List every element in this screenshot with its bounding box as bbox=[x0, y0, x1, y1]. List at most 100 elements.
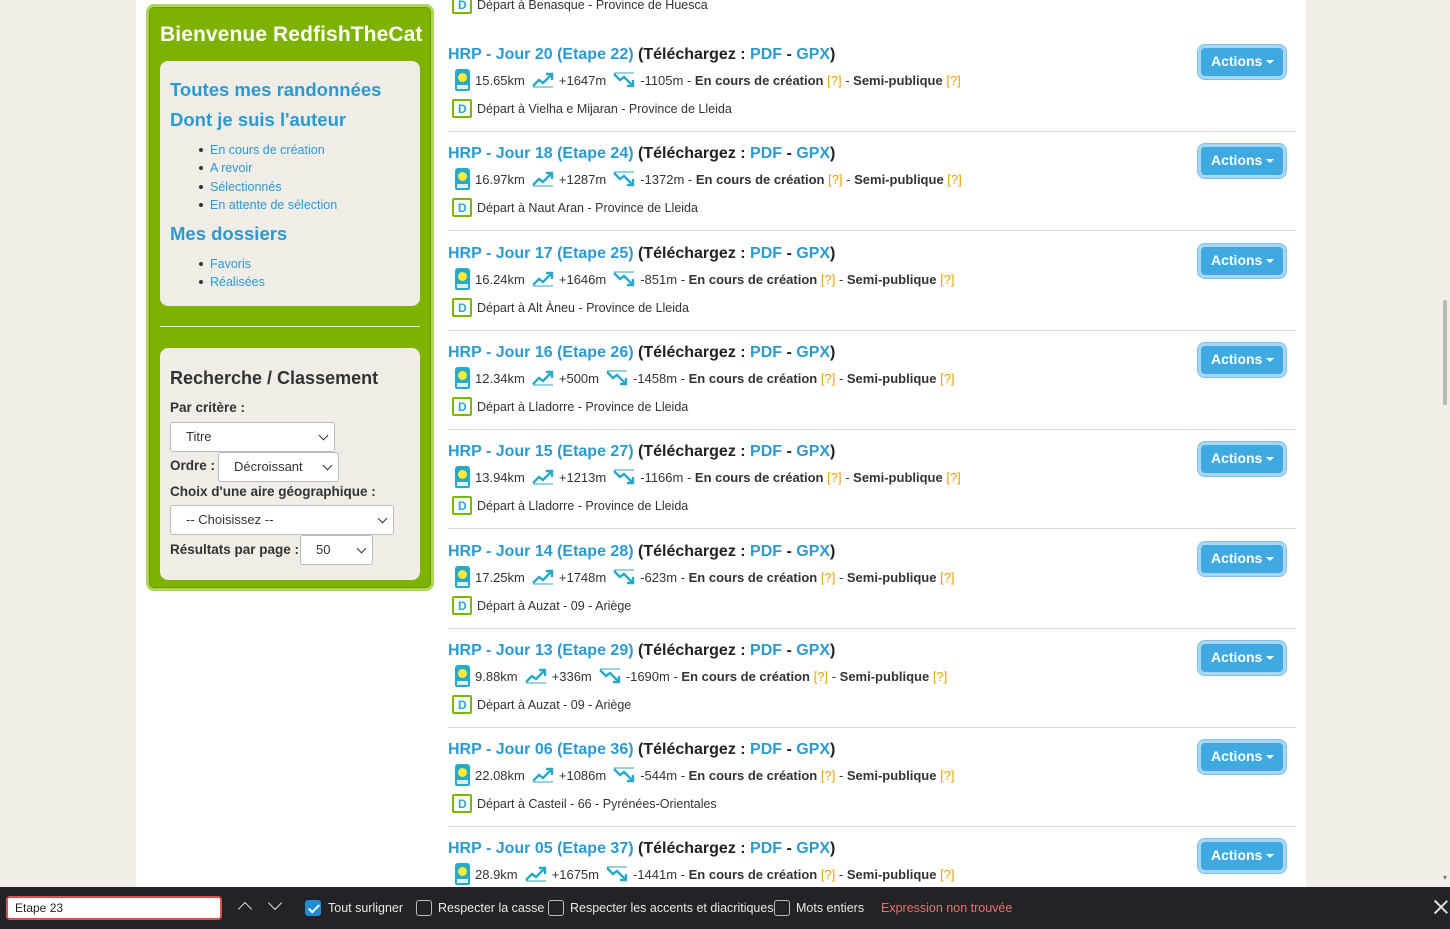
pdf-download-link[interactable]: PDF bbox=[750, 344, 782, 361]
hike-title-link[interactable]: HRP - Jour 15 (Etape 27) bbox=[448, 443, 634, 460]
visibility-help-link[interactable]: [?] bbox=[940, 867, 954, 882]
pdf-download-link[interactable]: PDF bbox=[750, 443, 782, 460]
hike-title-link[interactable]: HRP - Jour 06 (Etape 36) bbox=[448, 741, 634, 758]
actions-button[interactable]: Actions bbox=[1198, 244, 1286, 278]
visibility-help-link[interactable]: [?] bbox=[933, 669, 947, 684]
nav-item-favorites[interactable]: Favoris bbox=[199, 257, 251, 271]
status-help-link[interactable]: [?] bbox=[827, 470, 841, 485]
depart-icon: D bbox=[452, 397, 472, 416]
gpx-download-link[interactable]: GPX bbox=[796, 543, 830, 560]
nav-item-pending-selection[interactable]: En attente de sélection bbox=[199, 198, 337, 212]
actions-button[interactable]: Actions bbox=[1198, 442, 1286, 476]
pdf-download-link[interactable]: PDF bbox=[750, 145, 782, 162]
status-help-link[interactable]: [?] bbox=[814, 669, 828, 684]
distance-marker-icon bbox=[455, 764, 470, 786]
visibility-help-link[interactable]: [?] bbox=[947, 172, 961, 187]
scroll-down-arrow-icon[interactable]: ▾ bbox=[1443, 873, 1447, 882]
nav-item-done[interactable]: Réalisées bbox=[199, 275, 265, 289]
all-hikes-link[interactable]: Toutes mes randonnées bbox=[170, 79, 381, 101]
actions-button[interactable]: Actions bbox=[1198, 641, 1286, 675]
depart-text: Départ à Lladorre - Province de Lleida bbox=[477, 399, 689, 414]
match-diacritics-checkbox[interactable] bbox=[548, 900, 564, 916]
status-help-link[interactable]: [?] bbox=[821, 272, 835, 287]
hike-title-link[interactable]: HRP - Jour 20 (Etape 22) bbox=[448, 46, 634, 63]
hike-title-link[interactable]: HRP - Jour 16 (Etape 26) bbox=[448, 344, 634, 361]
status-help-link[interactable]: [?] bbox=[828, 172, 842, 187]
area-select[interactable]: -- Choisissez -- bbox=[170, 505, 394, 535]
distance-marker-icon bbox=[455, 863, 470, 885]
actions-button[interactable]: Actions bbox=[1198, 343, 1286, 377]
highlight-all-checkbox[interactable] bbox=[305, 900, 321, 916]
whole-words-label[interactable]: Mots entiers bbox=[796, 901, 864, 915]
match-case-checkbox[interactable] bbox=[416, 900, 432, 916]
hike-title-link[interactable]: HRP - Jour 18 (Etape 24) bbox=[448, 145, 634, 162]
pdf-download-link[interactable]: PDF bbox=[750, 245, 782, 262]
depart-icon: D bbox=[452, 198, 472, 217]
close-icon[interactable] bbox=[1432, 898, 1450, 916]
hike-title-link[interactable]: HRP - Jour 13 (Etape 29) bbox=[448, 642, 634, 659]
hike-title-line: HRP - Jour 05 (Etape 37) (Téléchargez : … bbox=[448, 840, 836, 857]
scrollbar[interactable] bbox=[1440, 0, 1450, 887]
status-help-link[interactable]: [?] bbox=[827, 73, 841, 88]
status-help-link[interactable]: [?] bbox=[821, 867, 835, 882]
actions-button[interactable]: Actions bbox=[1198, 144, 1286, 178]
elevation-loss-value: -1690m bbox=[625, 668, 670, 684]
hike-title-link[interactable]: HRP - Jour 17 (Etape 25) bbox=[448, 245, 634, 262]
pdf-download-link[interactable]: PDF bbox=[750, 642, 782, 659]
highlight-all-label[interactable]: Tout surligner bbox=[328, 901, 403, 915]
status-help-link[interactable]: [?] bbox=[821, 570, 835, 585]
pdf-download-link[interactable]: PDF bbox=[750, 840, 782, 857]
pdf-download-link[interactable]: PDF bbox=[750, 741, 782, 758]
visibility-help-link[interactable]: [?] bbox=[946, 470, 960, 485]
elevation-loss-icon bbox=[613, 569, 635, 585]
pdf-download-link[interactable]: PDF bbox=[750, 46, 782, 63]
scrollbar-thumb[interactable] bbox=[1443, 300, 1447, 405]
status-help-link[interactable]: [?] bbox=[821, 371, 835, 386]
status-help-link[interactable]: [?] bbox=[821, 768, 835, 783]
actions-button[interactable]: Actions bbox=[1198, 839, 1286, 873]
folders-heading-link[interactable]: Mes dossiers bbox=[170, 223, 287, 245]
visibility-help-link[interactable]: [?] bbox=[946, 73, 960, 88]
actions-button[interactable]: Actions bbox=[1198, 45, 1286, 79]
visibility-help-link[interactable]: [?] bbox=[940, 272, 954, 287]
hike-title-link[interactable]: HRP - Jour 05 (Etape 37) bbox=[448, 840, 634, 857]
depart-line: D Départ à Naut Aran - Province de Lleida bbox=[452, 198, 698, 217]
hike-title-line: HRP - Jour 13 (Etape 29) (Téléchargez : … bbox=[448, 642, 836, 659]
order-select[interactable]: Décroissant bbox=[218, 452, 339, 482]
distance-marker-icon bbox=[455, 268, 470, 290]
caret-down-icon bbox=[1266, 854, 1275, 859]
gpx-download-link[interactable]: GPX bbox=[796, 245, 830, 262]
nav-item-in-creation[interactable]: En cours de création bbox=[199, 143, 325, 157]
elevation-gain-value: +336m bbox=[551, 668, 592, 684]
pdf-download-link[interactable]: PDF bbox=[750, 543, 782, 560]
whole-words-checkbox[interactable] bbox=[774, 900, 790, 916]
hike-title-link[interactable]: HRP - Jour 14 (Etape 28) bbox=[448, 543, 634, 560]
gpx-download-link[interactable]: GPX bbox=[796, 46, 830, 63]
hike-stats: 12.34km +500m -1458m - En cours de créatio… bbox=[448, 367, 955, 389]
find-previous-button[interactable] bbox=[237, 901, 253, 917]
nav-item-selected[interactable]: Sélectionnés bbox=[199, 180, 282, 194]
caret-down-icon bbox=[1266, 656, 1275, 661]
criteria-select[interactable]: Titre bbox=[170, 422, 335, 452]
match-diacritics-label[interactable]: Respecter les accents et diacritiques bbox=[570, 901, 774, 915]
gpx-download-link[interactable]: GPX bbox=[796, 145, 830, 162]
visibility-help-link[interactable]: [?] bbox=[940, 570, 954, 585]
gpx-download-link[interactable]: GPX bbox=[796, 344, 830, 361]
gpx-download-link[interactable]: GPX bbox=[796, 840, 830, 857]
visibility-help-link[interactable]: [?] bbox=[940, 768, 954, 783]
hike-title-line: HRP - Jour 18 (Etape 24) (Téléchargez : … bbox=[448, 145, 836, 162]
gpx-download-link[interactable]: GPX bbox=[796, 741, 830, 758]
caret-down-icon bbox=[1266, 259, 1275, 264]
hike-stats: 22.08km +1086m -544m - En cours de créatio… bbox=[448, 764, 955, 786]
actions-button[interactable]: Actions bbox=[1198, 542, 1286, 576]
actions-button[interactable]: Actions bbox=[1198, 740, 1286, 774]
per-page-select[interactable]: 50 bbox=[300, 535, 373, 565]
match-case-label[interactable]: Respecter la casse bbox=[438, 901, 544, 915]
gpx-download-link[interactable]: GPX bbox=[796, 642, 830, 659]
visibility-help-link[interactable]: [?] bbox=[940, 371, 954, 386]
nav-item-to-review[interactable]: A revoir bbox=[199, 161, 252, 175]
find-next-button[interactable] bbox=[267, 895, 283, 911]
find-input[interactable]: Etape 23 bbox=[6, 896, 222, 920]
author-heading-link[interactable]: Dont je suis l'auteur bbox=[170, 109, 346, 131]
gpx-download-link[interactable]: GPX bbox=[796, 443, 830, 460]
